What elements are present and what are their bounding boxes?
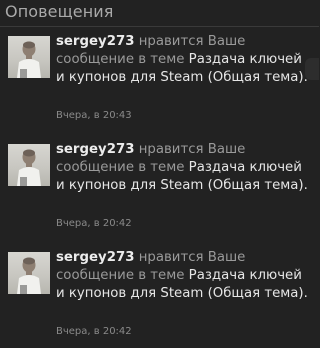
username-link[interactable]: sergey273 [56, 34, 134, 49]
notification-text: sergey273 нравится Ваше сообщение в теме… [56, 33, 314, 87]
username-link[interactable]: sergey273 [56, 142, 134, 157]
notification-time: Вчера, в 20:42 [56, 326, 132, 337]
notification-time: Вчера, в 20:43 [56, 110, 132, 121]
avatar[interactable] [8, 36, 50, 78]
notification-item[interactable]: sergey273 нравится Ваше сообщение в теме… [0, 246, 319, 346]
notification-item[interactable]: sergey273 нравится Ваше сообщение в теме… [0, 30, 319, 130]
avatar[interactable] [8, 144, 50, 186]
notification-text: sergey273 нравится Ваше сообщение в теме… [56, 249, 314, 303]
notification-text: sergey273 нравится Ваше сообщение в теме… [56, 141, 314, 195]
notification-item[interactable]: sergey273 нравится Ваше сообщение в теме… [0, 138, 319, 238]
username-link[interactable]: sergey273 [56, 250, 134, 265]
title-divider [0, 26, 319, 27]
notification-time: Вчера, в 20:42 [56, 218, 132, 229]
avatar[interactable] [8, 252, 50, 294]
page-title: Оповещения [5, 2, 114, 21]
